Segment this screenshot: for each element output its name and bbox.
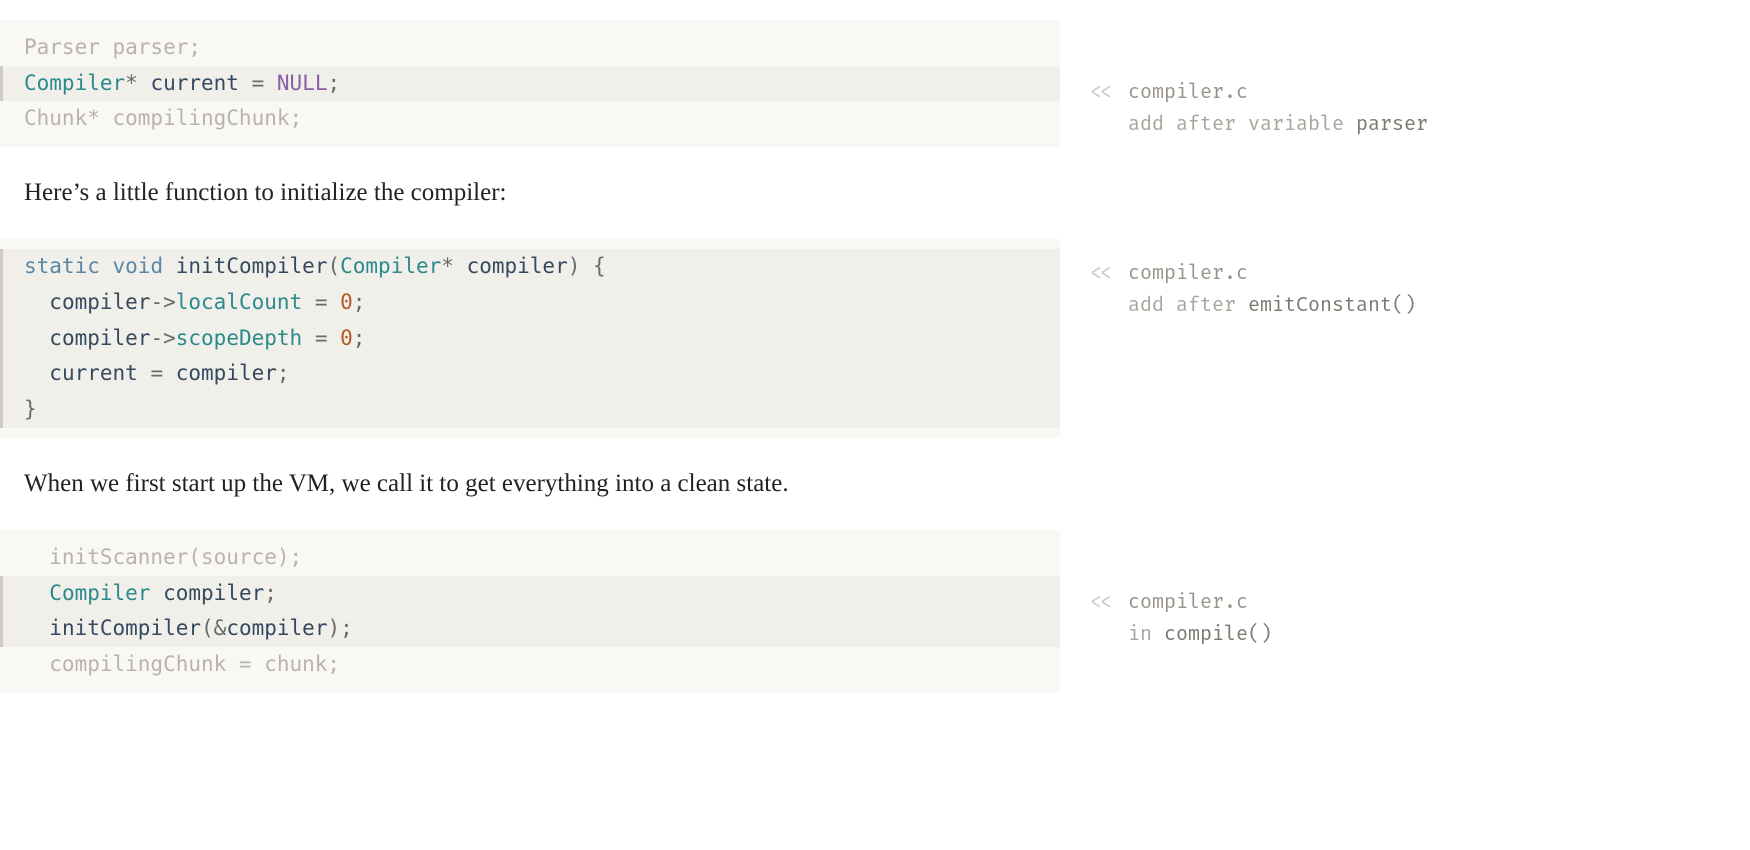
code-location-aside: << compiler.c add after emitConstant() [1060,253,1416,321]
aside-text: compiler.c add after variable parser [1128,76,1428,140]
code-block: initScanner(source); Compiler compiler; … [0,530,1060,693]
aside-arrow-icon: << [1090,586,1128,650]
code-line-context: Chunk* compilingChunk; [0,101,1060,137]
code-line-context: initScanner(source); [0,540,1060,576]
aside-where-prefix: add after [1128,293,1248,317]
code-location-aside: << compiler.c in compile() [1060,582,1272,650]
aside-arrow-icon: << [1090,257,1128,321]
aside-file: compiler.c [1128,80,1248,104]
code-block: Parser parser;Compiler* current = NULL;C… [0,20,1060,147]
code-line-new: compiler->scopeDepth = 0; [0,321,1060,357]
code-line-context: compilingChunk = chunk; [0,647,1060,683]
aside-where: add after emitConstant() [1128,289,1416,321]
prose-paragraph: Here’s a little function to initialize t… [24,175,1084,211]
code-snippet-row: Parser parser;Compiler* current = NULL;C… [0,0,1750,147]
code-snippet-row: static void initCompiler(Compiler* compi… [0,239,1750,437]
aside-text: compiler.c add after emitConstant() [1128,257,1416,321]
aside-where-strong: emitConstant() [1248,293,1416,317]
code-pre: initScanner(source); Compiler compiler; … [0,540,1060,683]
prose-paragraph: When we first start up the VM, we call i… [24,466,1084,502]
aside-where: add after variable parser [1128,108,1428,140]
aside-file: compiler.c [1128,261,1248,285]
code-pre: Parser parser;Compiler* current = NULL;C… [0,30,1060,137]
aside-file: compiler.c [1128,590,1248,614]
aside-where-strong: parser [1356,112,1428,136]
code-line-new: compiler->localCount = 0; [0,285,1060,321]
code-snippet-row: initScanner(source); Compiler compiler; … [0,530,1750,693]
aside-where-strong: compile() [1164,622,1272,646]
code-line-new: static void initCompiler(Compiler* compi… [0,249,1060,285]
aside-text: compiler.c in compile() [1128,586,1272,650]
aside-where-prefix: add after variable [1128,112,1356,136]
aside-where-prefix: in [1128,622,1164,646]
code-line-new: current = compiler; [0,356,1060,392]
code-line-new: initCompiler(&compiler); [0,611,1060,647]
aside-where: in compile() [1128,618,1272,650]
page: Parser parser;Compiler* current = NULL;C… [0,0,1750,850]
code-line-new: Compiler compiler; [0,576,1060,612]
code-line-new: } [0,392,1060,428]
code-block: static void initCompiler(Compiler* compi… [0,239,1060,437]
code-location-aside: << compiler.c add after variable parser [1060,72,1428,140]
aside-arrow-icon: << [1090,76,1128,140]
code-line-context: Parser parser; [0,30,1060,66]
code-pre: static void initCompiler(Compiler* compi… [0,249,1060,427]
code-line-new: Compiler* current = NULL; [0,66,1060,102]
